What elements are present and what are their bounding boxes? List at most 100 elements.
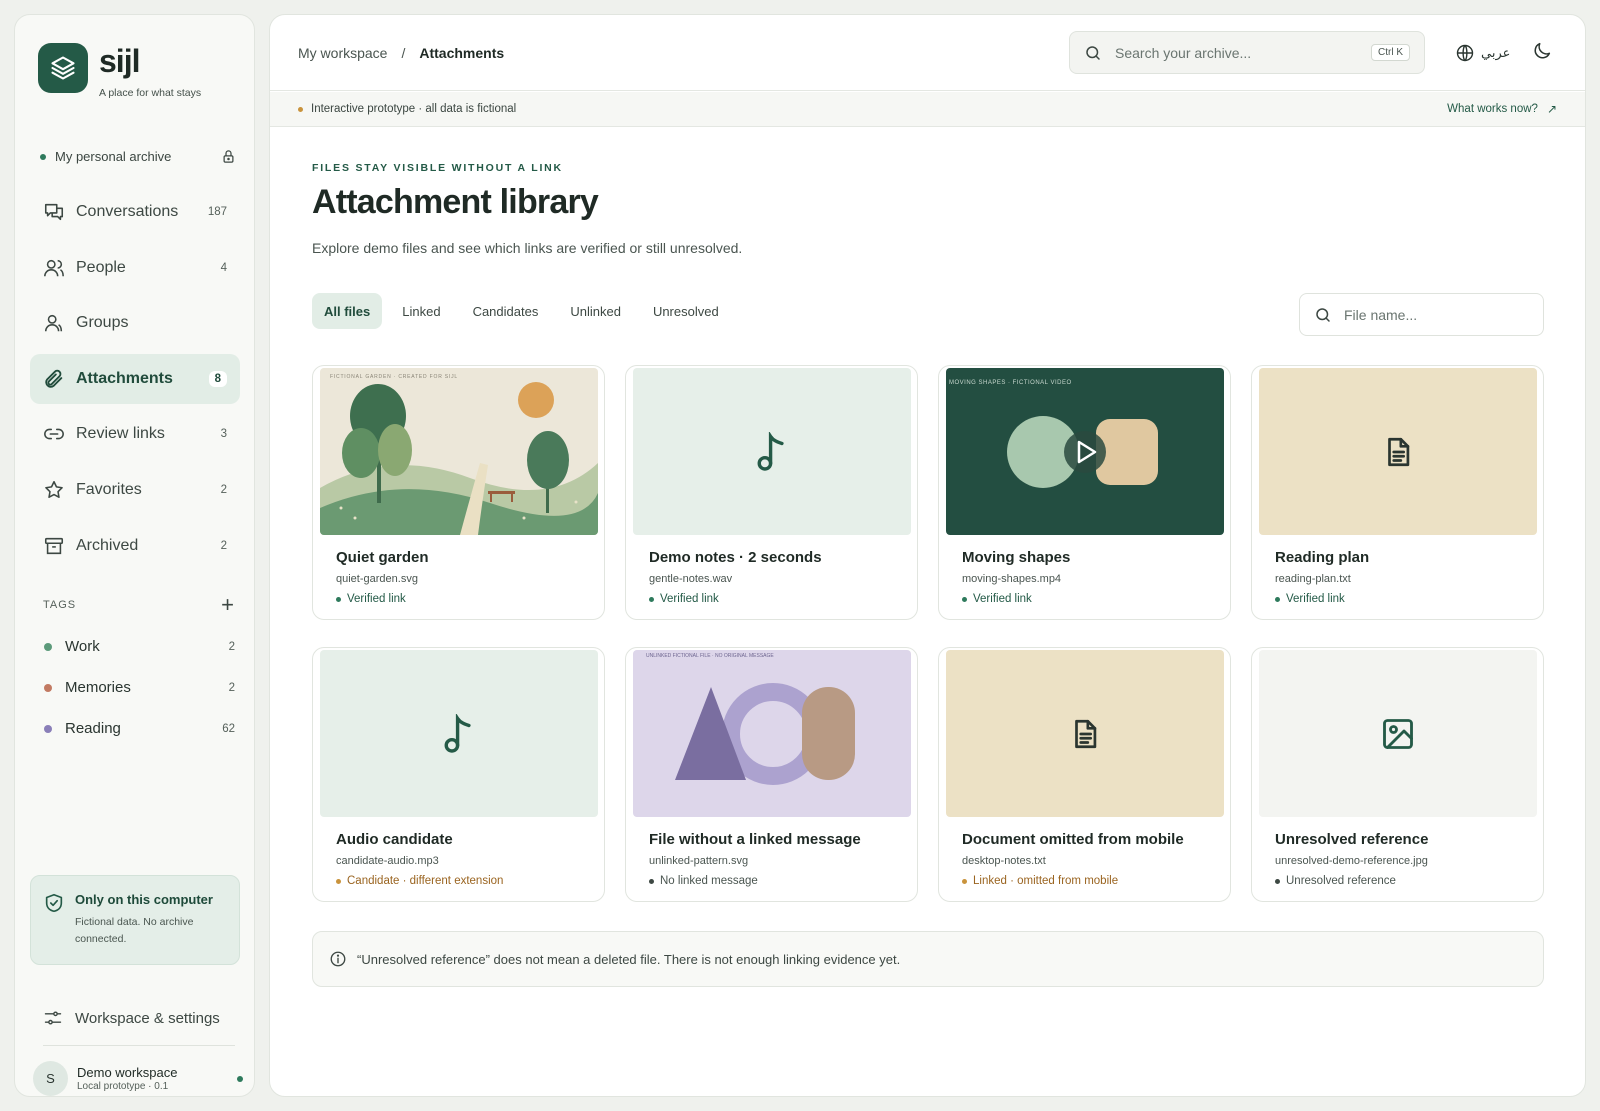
status-label: Verified link	[973, 593, 1032, 605]
sliders-icon	[44, 1011, 62, 1025]
online-status-dot	[237, 1075, 243, 1082]
card-status: No linked message	[649, 875, 758, 887]
filter-unlinked[interactable]: Unlinked	[558, 293, 633, 329]
music-note-icon	[444, 713, 471, 753]
info-note-text: “Unresolved reference” does not mean a d…	[357, 951, 901, 967]
breadcrumb-root[interactable]: My workspace	[298, 45, 387, 61]
search-input[interactable]: Search your archive... Ctrl K	[1069, 31, 1425, 74]
local-card-text: Fictional data. No archive connected.	[75, 916, 194, 945]
card-title: Quiet garden	[336, 549, 429, 566]
svg-text:MOVING SHAPES · FICTIONAL VIDE: MOVING SHAPES · FICTIONAL VIDEO	[949, 380, 1072, 386]
status-label: Verified link	[1286, 593, 1345, 605]
archive-box-icon	[44, 537, 64, 554]
status-dot	[1275, 596, 1280, 602]
language-switcher[interactable]: عربي	[1455, 43, 1510, 63]
card-status: Unresolved reference	[1275, 875, 1396, 887]
page-eyebrow: FILES STAY VISIBLE WITHOUT A LINK	[312, 162, 563, 174]
archive-selector[interactable]: My personal archive	[40, 149, 236, 164]
attachment-card[interactable]: Reading plan reading-plan.txt Verified l…	[1251, 365, 1544, 620]
card-filename: unresolved-demo-reference.jpg	[1275, 855, 1428, 867]
card-title: Unresolved reference	[1275, 831, 1429, 848]
document-icon	[1388, 437, 1410, 466]
attachment-card[interactable]: MOVING SHAPES · FICTIONAL VIDEO Moving s…	[938, 365, 1231, 620]
attachment-card[interactable]: FICTIONAL GARDEN · CREATED FOR SIJL Quie…	[312, 365, 605, 620]
filter-candidates[interactable]: Candidates	[461, 293, 551, 329]
archive-label: My personal archive	[55, 149, 172, 164]
sidebar-item-archived[interactable]: Archived 2	[30, 521, 240, 571]
filter-all-files[interactable]: All files	[312, 293, 383, 329]
pattern-thumbnail: UNLINKED FICTIONAL FILE · NO ORIGINAL ME…	[633, 650, 911, 817]
attachment-card[interactable]: Document omitted from mobile desktop-not…	[938, 647, 1231, 902]
banner-dot	[298, 106, 303, 112]
archive-status-dot	[40, 153, 46, 160]
globe-icon	[1456, 44, 1474, 62]
card-filename: quiet-garden.svg	[336, 573, 418, 585]
sidebar-item-conversations[interactable]: Conversations 187	[30, 187, 240, 237]
sidebar-item-count: 3	[220, 428, 227, 441]
sidebar-item-attachments[interactable]: Attachments 8	[30, 353, 240, 404]
sidebar-item-count: 187	[207, 206, 227, 218]
brand[interactable]: sijl A place for what stays	[38, 43, 201, 99]
user-profile[interactable]: S Demo workspace Local prototype · 0.1	[33, 1061, 243, 1096]
person-icon	[44, 259, 64, 276]
sidebar-item-groups[interactable]: Groups	[30, 298, 240, 348]
prototype-banner: Interactive prototype · all data is fict…	[270, 92, 1585, 127]
star-icon	[45, 480, 63, 498]
main-panel: My workspace / Attachments Search your a…	[269, 14, 1586, 1097]
add-tag-plus-icon[interactable]: +	[221, 594, 235, 616]
card-filename: reading-plan.txt	[1275, 573, 1351, 585]
what-works-link[interactable]: What works now? ↗	[1447, 102, 1557, 116]
search-shortcut: Ctrl K	[1371, 44, 1410, 61]
card-filename: candidate-audio.mp3	[336, 855, 439, 867]
status-label: Unresolved reference	[1286, 875, 1396, 887]
local-card-title: Only on this computer	[75, 892, 213, 907]
file-search-placeholder: File name...	[1344, 306, 1418, 323]
card-status: Verified link	[1275, 593, 1345, 605]
card-status: Verified link	[336, 593, 406, 605]
sidebar-item-people[interactable]: People 4	[30, 243, 240, 293]
tag-work[interactable]: Work 2	[44, 626, 235, 667]
sidebar-item-count: 2	[220, 483, 227, 496]
file-name-search[interactable]: File name...	[1299, 293, 1544, 336]
language-label: عربي	[1481, 45, 1511, 60]
status-dot	[336, 596, 341, 602]
sidebar-divider	[43, 1045, 235, 1046]
sidebar-item-review-links[interactable]: Review links 3	[30, 409, 240, 459]
banner-text: Interactive prototype · all data is fict…	[311, 103, 517, 115]
tag-reading[interactable]: Reading 62	[44, 708, 235, 749]
brand-tagline: A place for what stays	[99, 87, 202, 99]
tag-label: Reading	[65, 720, 121, 737]
breadcrumb-current: Attachments	[419, 45, 505, 61]
attachment-card[interactable]: UNLINKED FICTIONAL FILE · NO ORIGINAL ME…	[625, 647, 918, 902]
status-dot	[962, 878, 967, 884]
status-label: Candidate · different extension	[347, 875, 504, 887]
sidebar-item-label: Review links	[76, 425, 165, 443]
status-label: Verified link	[347, 593, 406, 605]
status-dot	[336, 878, 341, 884]
sidebar-item-label: Favorites	[76, 480, 142, 498]
status-dot	[649, 878, 654, 884]
sidebar-item-favorites[interactable]: Favorites 2	[30, 465, 240, 515]
filter-linked[interactable]: Linked	[390, 293, 452, 329]
external-arrow-icon: ↗	[1546, 102, 1557, 116]
card-title: Reading plan	[1275, 549, 1370, 566]
card-title: Demo notes · 2 seconds	[649, 549, 822, 566]
card-filename: desktop-notes.txt	[962, 855, 1046, 867]
attachment-card[interactable]: Demo notes · 2 seconds gentle-notes.wav …	[625, 365, 918, 620]
filter-unresolved[interactable]: Unresolved	[641, 293, 731, 329]
page-title: Attachment library	[312, 183, 599, 221]
status-dot	[1275, 878, 1280, 884]
tag-count: 2	[228, 681, 235, 694]
attachment-card[interactable]: Unresolved reference unresolved-demo-ref…	[1251, 647, 1544, 902]
workspace-settings-link[interactable]: Workspace & settings	[43, 1008, 220, 1028]
attachment-card[interactable]: Audio candidate candidate-audio.mp3 Cand…	[312, 647, 605, 902]
theme-toggle[interactable]	[1531, 40, 1553, 67]
moon-icon	[1534, 42, 1551, 59]
audio-thumbnail	[633, 368, 911, 535]
tag-memories[interactable]: Memories 2	[44, 667, 235, 708]
tag-count: 62	[222, 722, 235, 735]
sidebar-item-label: Archived	[76, 536, 139, 554]
breadcrumb-separator: /	[401, 45, 406, 61]
sidebar-item-label: People	[76, 258, 126, 276]
user-subtitle: Local prototype · 0.1	[77, 1081, 169, 1092]
